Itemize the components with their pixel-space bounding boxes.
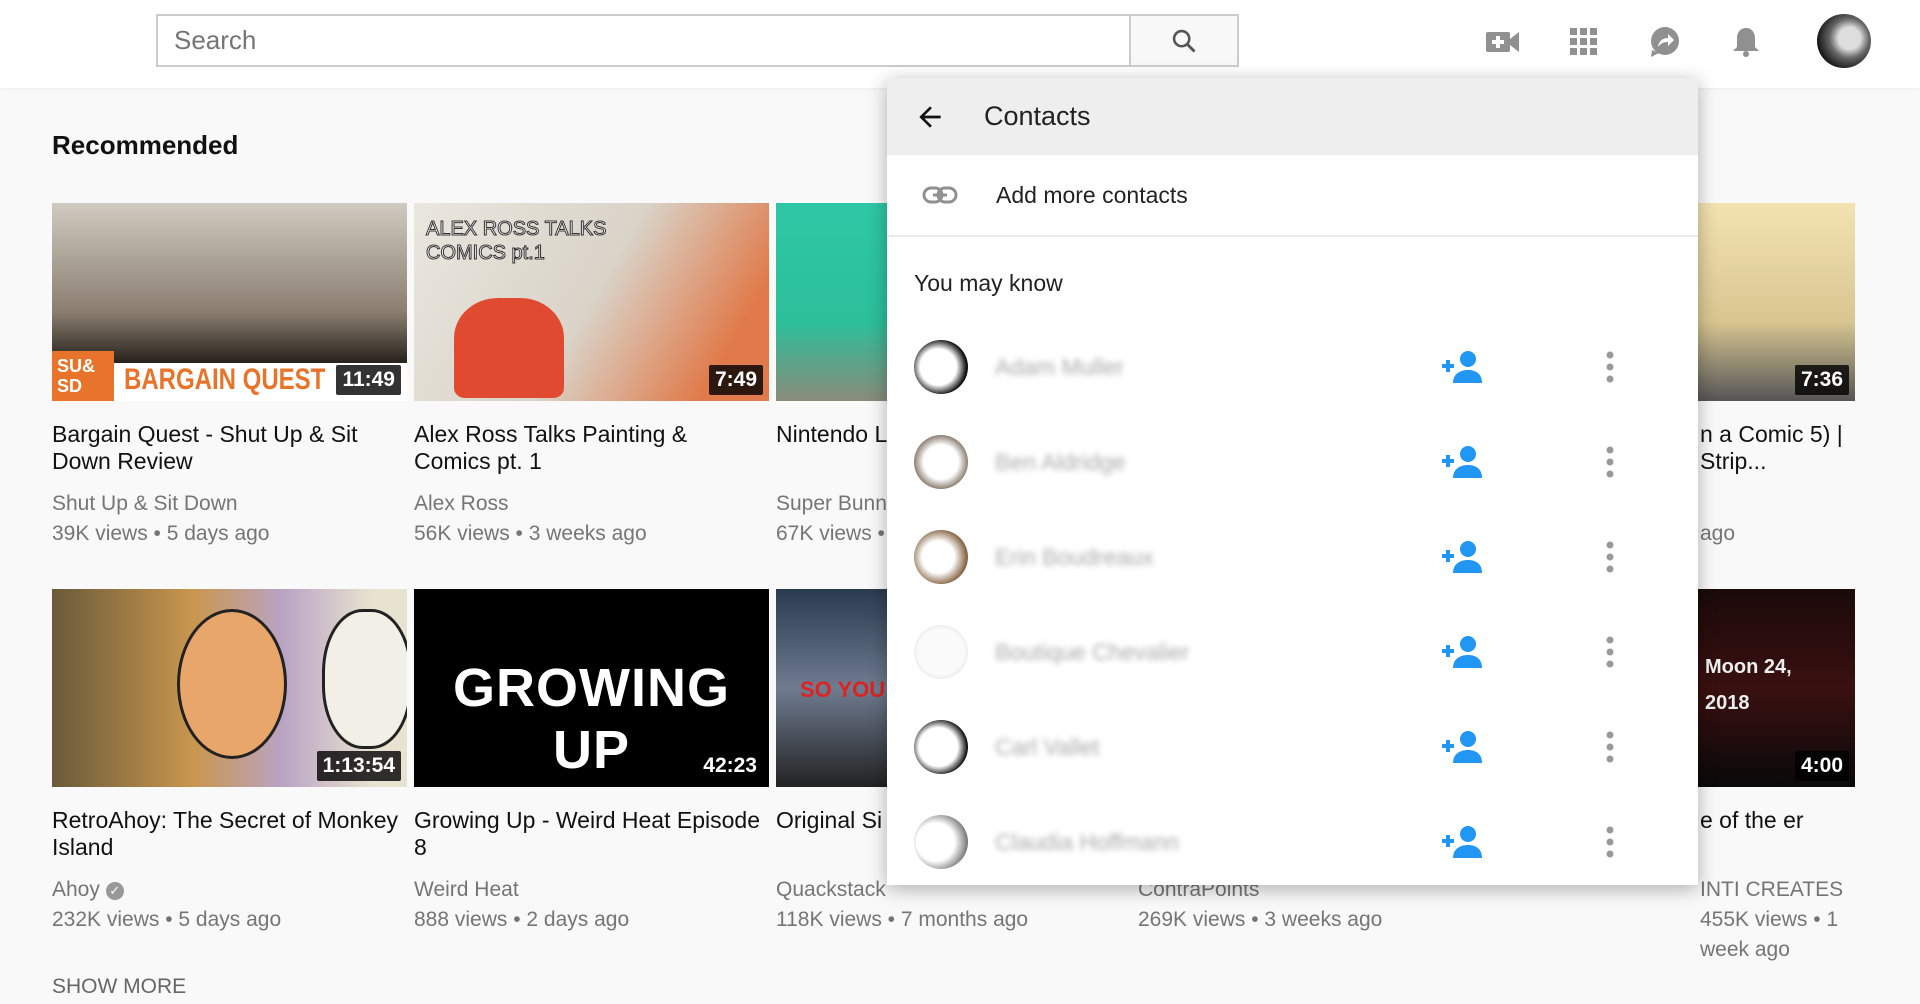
contact-row[interactable]: Ben Aldridge bbox=[887, 422, 1698, 502]
contact-row[interactable]: Carl Vallet bbox=[887, 707, 1698, 787]
link-icon bbox=[922, 186, 958, 204]
video-duration: 42:23 bbox=[697, 751, 763, 781]
video-meta: 269K views • 3 weeks ago bbox=[1138, 908, 1383, 931]
thumbnail-text: Moon 24, 2018 bbox=[1705, 656, 1792, 714]
contact-name: Erin Boudreaux bbox=[995, 543, 1154, 570]
contact-avatar bbox=[914, 720, 968, 774]
video-meta: 56K views • 3 weeks ago bbox=[414, 522, 647, 545]
back-arrow-icon[interactable] bbox=[914, 101, 946, 133]
video-duration: 11:49 bbox=[336, 365, 401, 395]
show-more-button[interactable]: SHOW MORE bbox=[52, 975, 186, 999]
contact-name: Claudia Hoffmann bbox=[995, 828, 1179, 855]
contact-avatar bbox=[914, 625, 968, 679]
add-contact-icon[interactable] bbox=[1442, 635, 1482, 669]
channel-name-text[interactable]: Alex Ross bbox=[414, 492, 509, 515]
more-options-icon[interactable] bbox=[1605, 635, 1615, 669]
contact-row[interactable]: Claudia Hoffmann bbox=[887, 802, 1698, 882]
video-card[interactable]: SU& SD BARGAIN QUEST 11:49 Bargain Quest - … bbox=[52, 203, 407, 549]
channel-name-text[interactable]: Quackstack bbox=[776, 878, 886, 901]
verified-icon: ✓ bbox=[105, 882, 124, 900]
video-title[interactable]: Growing Up - Weird Heat Episode 8 bbox=[414, 807, 769, 861]
contact-name: Ben Aldridge bbox=[995, 448, 1126, 475]
video-meta: 39K views • 5 days ago bbox=[52, 522, 270, 545]
thumbnail-skull bbox=[322, 609, 407, 749]
contact-name: Boutique Chevalier bbox=[995, 638, 1190, 665]
contact-row[interactable]: Erin Boudreaux bbox=[887, 517, 1698, 597]
share-icon[interactable] bbox=[1645, 22, 1685, 62]
video-meta: 455K views • 1 week ago bbox=[1700, 908, 1839, 961]
top-bar bbox=[0, 0, 1920, 88]
contacts-header: Contacts bbox=[887, 78, 1698, 155]
video-meta: 888 views • 2 days ago bbox=[414, 908, 630, 931]
channel-name[interactable]: Ahoy ✓ bbox=[52, 875, 407, 905]
video-duration: 1:13:54 bbox=[316, 751, 401, 781]
more-options-icon[interactable] bbox=[1605, 825, 1615, 859]
account-avatar[interactable] bbox=[1817, 14, 1871, 68]
contact-row[interactable]: Adam Muller bbox=[887, 327, 1698, 407]
contact-name: Adam Muller bbox=[995, 353, 1125, 380]
add-more-contacts-label: Add more contacts bbox=[996, 181, 1188, 208]
video-meta: 232K views • 5 days ago bbox=[52, 908, 282, 931]
video-title[interactable]: RetroAhoy: The Secret of Monkey Island bbox=[52, 807, 407, 861]
channel-name-text[interactable]: Shut Up & Sit Down bbox=[52, 492, 238, 515]
channel-name-text[interactable]: INTI CREATES bbox=[1700, 878, 1843, 901]
video-duration: 7:49 bbox=[708, 365, 763, 395]
video-thumbnail[interactable]: SU& SD BARGAIN QUEST 11:49 bbox=[52, 203, 407, 401]
more-options-icon[interactable] bbox=[1605, 350, 1615, 384]
channel-name-text[interactable]: Ahoy bbox=[52, 878, 100, 901]
you-may-know-heading: You may know bbox=[914, 270, 1063, 296]
video-title[interactable]: Alex Ross Talks Painting & Comics pt. 1 bbox=[414, 421, 769, 475]
add-contact-icon[interactable] bbox=[1442, 445, 1482, 479]
thumbnail-text: ALEX ROSS TALKS COMICS pt.1 bbox=[426, 218, 607, 265]
notifications-icon[interactable] bbox=[1726, 22, 1766, 62]
contact-avatar bbox=[914, 435, 968, 489]
add-contact-icon[interactable] bbox=[1442, 730, 1482, 764]
more-options-icon[interactable] bbox=[1605, 540, 1615, 574]
thumbnail-figure bbox=[454, 298, 564, 398]
more-options-icon[interactable] bbox=[1605, 730, 1615, 764]
channel-name[interactable]: Weird Heat bbox=[414, 875, 769, 905]
video-thumbnail[interactable]: GROWING UP 42:23 bbox=[414, 589, 769, 787]
channel-name[interactable]: Shut Up & Sit Down bbox=[52, 489, 407, 519]
video-card[interactable]: GROWING UP 42:23 Growing Up - Weird Heat E… bbox=[414, 589, 769, 935]
search-input[interactable] bbox=[156, 14, 1130, 67]
video-card[interactable]: 1:13:54 RetroAhoy: The Secret of Monkey I… bbox=[52, 589, 407, 935]
channel-name-text[interactable]: Weird Heat bbox=[414, 878, 519, 901]
section-title: Recommended bbox=[52, 130, 239, 160]
video-meta: 118K views • 7 months ago bbox=[776, 908, 1029, 931]
video-card[interactable]: ALEX ROSS TALKS COMICS pt.1 7:49 Alex Ross… bbox=[414, 203, 769, 549]
add-more-contacts[interactable]: Add more contacts bbox=[887, 155, 1698, 237]
thumbnail-text: BARGAIN QUEST bbox=[124, 363, 326, 396]
contact-row[interactable]: Boutique Chevalier bbox=[887, 612, 1698, 692]
contacts-panel: Contacts Add more contacts You may know … bbox=[887, 78, 1698, 885]
create-video-icon[interactable] bbox=[1483, 22, 1523, 62]
channel-name[interactable]: Alex Ross bbox=[414, 489, 769, 519]
video-thumbnail[interactable]: ALEX ROSS TALKS COMICS pt.1 7:49 bbox=[414, 203, 769, 401]
video-title[interactable]: Bargain Quest - Shut Up & Sit Down Revie… bbox=[52, 421, 407, 475]
contacts-title: Contacts bbox=[984, 101, 1091, 131]
thumbnail-badge: SU& SD bbox=[52, 351, 114, 401]
video-duration: 4:00 bbox=[1794, 751, 1849, 781]
add-contact-icon[interactable] bbox=[1442, 540, 1482, 574]
contact-avatar bbox=[914, 530, 968, 584]
thumbnail-faces bbox=[177, 609, 287, 759]
search-icon bbox=[1172, 29, 1196, 53]
add-contact-icon[interactable] bbox=[1442, 825, 1482, 859]
apps-icon[interactable] bbox=[1564, 22, 1604, 62]
video-duration: 7:36 bbox=[1794, 365, 1849, 395]
contact-avatar bbox=[914, 815, 968, 869]
channel-name-text[interactable]: Super Bunn bbox=[776, 492, 887, 515]
contact-name: Carl Vallet bbox=[995, 733, 1100, 760]
search-button[interactable] bbox=[1129, 14, 1239, 67]
more-options-icon[interactable] bbox=[1605, 445, 1615, 479]
add-contact-icon[interactable] bbox=[1442, 350, 1482, 384]
video-thumbnail[interactable]: 1:13:54 bbox=[52, 589, 407, 787]
contact-avatar bbox=[914, 340, 968, 394]
